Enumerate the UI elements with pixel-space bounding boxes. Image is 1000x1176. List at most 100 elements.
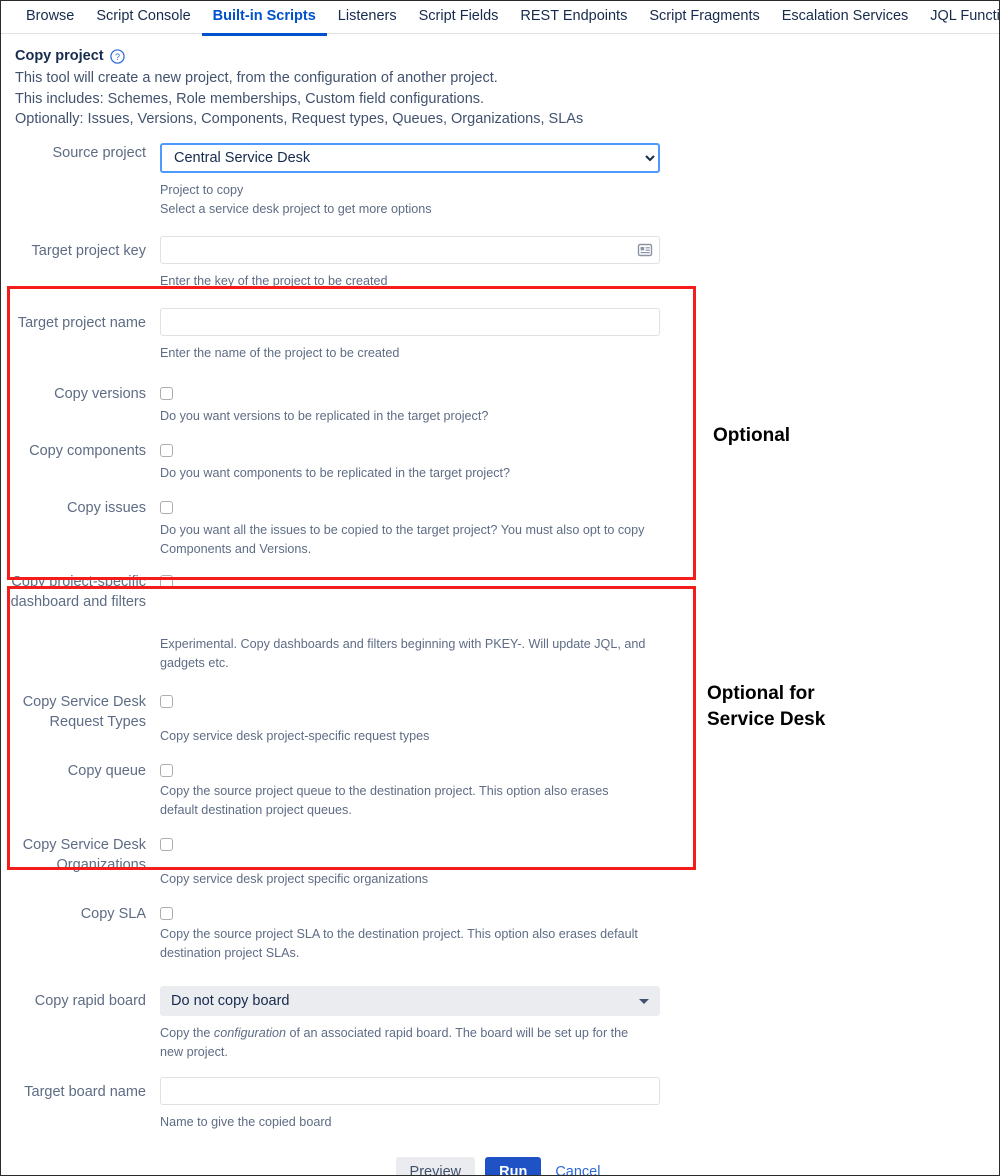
run-button[interactable]: Run (485, 1156, 542, 1175)
field-row-copy-queue: Copy queue Copy the source project queue… (1, 761, 999, 820)
target-board-name-input[interactable] (160, 1076, 660, 1105)
preview-button[interactable]: Preview (395, 1156, 476, 1175)
desc-part-pre: Copy the (160, 1025, 214, 1040)
field-row-copy-versions: Copy versions Do you want versions to be… (1, 384, 999, 426)
copy-issues-label: Copy issues (67, 499, 146, 516)
copy-organizations-checkbox[interactable] (160, 837, 173, 851)
chevron-down-icon (639, 998, 649, 1004)
copy-rapid-board-selected-value: Do not copy board (171, 992, 290, 1009)
copy-request-types-label: Copy Service Desk Request Types (22, 693, 146, 730)
copy-rapid-board-select[interactable]: Do not copy board (160, 985, 660, 1016)
tab-label: Browse (26, 8, 75, 24)
intro-line-3: Optionally: Issues, Versions, Components… (15, 111, 584, 127)
copy-versions-field: Do you want versions to be replicated in… (146, 384, 999, 426)
copy-organizations-desc: Copy service desk project specific organ… (160, 871, 429, 886)
optional-annotation-label: Optional (713, 424, 791, 446)
copy-rapid-board-field: Do not copy board Copy the configuration… (146, 985, 999, 1062)
copy-rapid-board-label: Copy rapid board (34, 992, 146, 1009)
page-title-row: Copy project ? (15, 47, 999, 65)
target-project-key-input-wrap (160, 235, 660, 264)
copy-queue-desc: Copy the source project queue to the des… (160, 783, 609, 817)
intro-block: Copy project ? This tool will create a n… (1, 47, 999, 130)
field-row-copy-rapid-board: Copy rapid board Do not copy board Copy … (1, 985, 999, 1062)
copy-dashboard-label: Copy project-specific dashboard and filt… (10, 573, 146, 610)
copy-components-field: Do you want components to be replicated … (146, 441, 999, 483)
page-title: Copy project (15, 48, 104, 64)
copy-dashboard-desc: Experimental. Copy dashboards and filter… (160, 636, 646, 670)
source-project-desc-1: Project to copy (160, 182, 244, 197)
copy-issues-desc: Do you want all the issues to be copied … (160, 522, 645, 556)
annotation-line-2: Service Desk (707, 708, 826, 730)
tab-label: Built-in Scripts (212, 8, 316, 24)
target-project-key-field: Enter the key of the project to be creat… (146, 235, 999, 291)
copy-request-types-field: Copy service desk project-specific reque… (146, 692, 999, 746)
tab-script-fields[interactable]: Script Fields (408, 1, 510, 36)
field-row-copy-sla: Copy SLA Copy the source project SLA to … (1, 904, 999, 963)
tab-label: Escalation Services (781, 8, 909, 24)
tab-escalation-services[interactable]: Escalation Services (771, 1, 920, 36)
field-row-copy-organizations: Copy Service Desk Organizations Copy ser… (1, 835, 999, 889)
tab-label: JQL Functions (930, 8, 1000, 24)
tab-script-console[interactable]: Script Console (85, 1, 201, 36)
copy-request-types-desc: Copy service desk project-specific reque… (160, 728, 430, 743)
field-row-copy-issues: Copy issues Do you want all the issues t… (1, 498, 999, 559)
copy-sla-label: Copy SLA (80, 905, 146, 922)
copy-queue-checkbox[interactable] (160, 763, 173, 777)
copy-request-types-checkbox[interactable] (160, 694, 173, 708)
tab-script-fragments[interactable]: Script Fragments (638, 1, 770, 36)
copy-versions-checkbox[interactable] (160, 386, 173, 400)
target-project-key-input[interactable] (160, 235, 660, 264)
tab-browse[interactable]: Browse (15, 1, 85, 36)
target-board-name-field: Name to give the copied board (146, 1076, 999, 1132)
target-project-key-desc: Enter the key of the project to be creat… (160, 273, 388, 288)
copy-issues-field: Do you want all the issues to be copied … (146, 498, 999, 559)
target-project-name-field: Enter the name of the project to be crea… (146, 307, 999, 363)
copy-project-form: Optional Optional for Service Desk Sourc… (1, 142, 999, 1176)
form-actions: Preview Run Cancel (1, 1156, 999, 1176)
project-picker-icon[interactable] (637, 242, 653, 258)
tab-listeners[interactable]: Listeners (327, 1, 408, 36)
target-board-name-label: Target board name (24, 1083, 146, 1100)
intro-line-1: This tool will create a new project, fro… (15, 70, 498, 86)
copy-versions-desc: Do you want versions to be replicated in… (160, 408, 489, 423)
copy-versions-label: Copy versions (54, 385, 146, 402)
target-project-name-label: Target project name (17, 314, 146, 331)
field-row-copy-components: Copy components Do you want components t… (1, 441, 999, 483)
tab-built-in-scripts[interactable]: Built-in Scripts (201, 1, 327, 36)
copy-components-checkbox[interactable] (160, 443, 173, 457)
field-row-target-project-name: Target project name Enter the name of th… (1, 307, 999, 363)
target-project-name-desc: Enter the name of the project to be crea… (160, 345, 400, 360)
copy-sla-field: Copy the source project SLA to the desti… (146, 904, 999, 963)
optional-service-desk-annotation-label: Optional for Service Desk (707, 681, 825, 733)
field-row-copy-dashboard: Copy project-specific dashboard and filt… (1, 572, 999, 673)
desc-part-emphasis: configuration (213, 1025, 287, 1040)
field-row-target-project-key: Target project key Enter the key of the … (1, 235, 999, 291)
copy-components-label: Copy components (29, 442, 146, 459)
field-row-source-project: Source project Central Service Desk Proj… (1, 142, 999, 219)
copy-rapid-board-desc: Copy the configuration of an associated … (160, 1024, 642, 1062)
target-board-name-desc: Name to give the copied board (160, 1114, 332, 1129)
tab-jql-functions[interactable]: JQL Functions (919, 1, 1000, 36)
cancel-button[interactable]: Cancel (551, 1157, 604, 1176)
copy-components-desc: Do you want components to be replicated … (160, 465, 511, 480)
target-project-key-label: Target project key (31, 242, 146, 259)
source-project-label: Source project (52, 144, 147, 161)
copy-dashboard-checkbox[interactable] (160, 574, 173, 588)
main-navigation-tabs: Browse Script Console Built-in Scripts L… (1, 1, 1000, 36)
tab-label: Script Console (96, 8, 191, 24)
page-frame: Browse Script Console Built-in Scripts L… (0, 0, 1000, 1176)
source-project-desc-2: Select a service desk project to get mor… (160, 201, 432, 216)
copy-sla-checkbox[interactable] (160, 906, 173, 920)
copy-queue-label: Copy queue (67, 762, 146, 779)
tab-label: Listeners (337, 8, 397, 24)
tab-label: Script Fragments (649, 8, 760, 24)
tab-label: Script Fields (418, 8, 499, 24)
target-project-name-input[interactable] (160, 307, 660, 336)
svg-text:?: ? (115, 51, 120, 61)
source-project-field: Central Service Desk Project to copy Sel… (146, 142, 999, 219)
tab-rest-endpoints[interactable]: REST Endpoints (509, 1, 638, 36)
copy-issues-checkbox[interactable] (160, 500, 173, 514)
source-project-select[interactable]: Central Service Desk (160, 142, 660, 173)
copy-sla-desc: Copy the source project SLA to the desti… (160, 926, 638, 960)
help-circle-icon[interactable]: ? (109, 48, 125, 64)
